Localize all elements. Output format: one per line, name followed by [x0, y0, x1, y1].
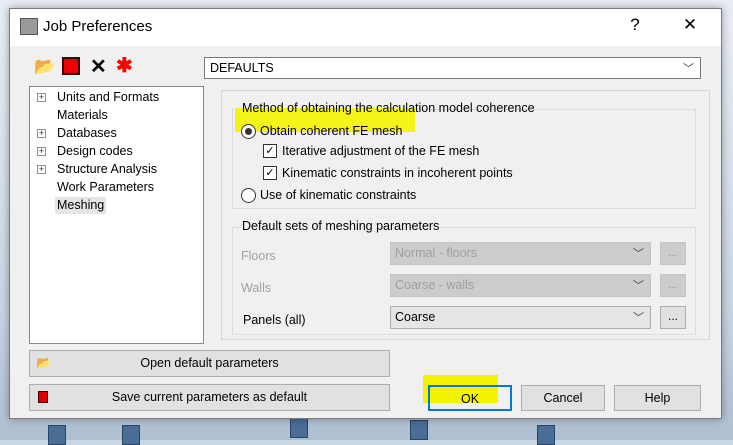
window-title: Job Preferences [43, 18, 153, 35]
kinematic-constraints-checkbox[interactable]: ✓ [263, 166, 277, 180]
save-default-label: Save current parameters as default [111, 390, 308, 404]
job-preferences-dialog: Job Preferences ? ✕ 📂 ✕ ✱ DEFAULTS ﹀ + Un… [9, 8, 722, 419]
walls-label: Walls [241, 281, 272, 295]
open-default-parameters-button[interactable]: 📂 Open default parameters [29, 350, 390, 377]
chevron-down-icon: ﹀ [633, 248, 644, 260]
cancel-button[interactable]: Cancel [521, 385, 605, 411]
app-icon [20, 18, 38, 35]
obtain-coherent-mesh-radio[interactable] [241, 124, 256, 139]
save-default-parameters-button[interactable]: Save current parameters as default [29, 384, 390, 411]
model-column [290, 418, 308, 438]
walls-dropdown[interactable]: Coarse - walls ﹀ [390, 274, 651, 297]
save-icon[interactable] [62, 57, 80, 75]
tree-item-structure-analysis[interactable]: Structure Analysis [55, 161, 159, 178]
expand-icon[interactable]: + [37, 165, 46, 174]
use-kinematic-constraints-radio[interactable] [241, 188, 256, 203]
tree-item-meshing[interactable]: Meshing [55, 197, 107, 214]
floors-dropdown[interactable]: Normal - floors ﹀ [390, 242, 651, 265]
floors-more-button[interactable]: ... [660, 242, 686, 265]
profile-value: DEFAULTS [210, 61, 274, 75]
method-legend: Method of obtaining the calculation mode… [242, 101, 535, 115]
help-title-button[interactable]: ? [620, 15, 650, 35]
model-column [48, 425, 66, 445]
model-column [537, 425, 555, 445]
chevron-down-icon: ﹀ [633, 312, 644, 324]
model-column [410, 420, 428, 440]
chevron-down-icon: ﹀ [683, 63, 694, 75]
tree-item-materials[interactable]: Materials [55, 107, 110, 124]
floors-value: Normal - floors [395, 246, 477, 260]
panels-label: Panels (all) [243, 313, 306, 327]
delete-icon[interactable]: ✕ [90, 54, 107, 79]
walls-more-button[interactable]: ... [660, 274, 686, 297]
model-column [122, 425, 140, 445]
preferences-tree: + Units and Formats Materials + Database… [29, 86, 204, 344]
panels-more-button[interactable]: ... [660, 306, 686, 329]
panels-value: Coarse [395, 310, 436, 324]
help-button[interactable]: Help [614, 385, 701, 411]
iterative-adjustment-label[interactable]: Iterative adjustment of the FE mesh [282, 144, 479, 158]
open-default-icon: 📂 [36, 356, 52, 370]
walls-value: Coarse - walls [395, 278, 475, 292]
tree-item-databases[interactable]: Databases [55, 125, 119, 142]
profile-dropdown[interactable]: DEFAULTS ﹀ [204, 57, 701, 79]
defaults-group: Default sets of meshing parameters Floor… [232, 219, 696, 335]
ok-button[interactable]: OK [428, 385, 512, 411]
panels-dropdown[interactable]: Coarse ﹀ [390, 306, 651, 329]
iterative-adjustment-checkbox[interactable]: ✓ [263, 144, 277, 158]
tree-item-units-and-formats[interactable]: Units and Formats [55, 89, 161, 106]
floors-label: Floors [241, 249, 276, 263]
open-folder-icon[interactable]: 📂 [34, 57, 55, 77]
tree-item-work-parameters[interactable]: Work Parameters [55, 179, 156, 196]
open-default-label: Open default parameters [140, 356, 279, 370]
use-kinematic-constraints-label[interactable]: Use of kinematic constraints [260, 188, 416, 202]
save-default-icon [38, 391, 48, 403]
kinematic-constraints-label[interactable]: Kinematic constraints in incoherent poin… [282, 166, 513, 180]
obtain-coherent-mesh-label[interactable]: Obtain coherent FE mesh [260, 124, 402, 138]
chevron-down-icon: ﹀ [633, 280, 644, 292]
expand-icon[interactable]: + [37, 93, 46, 102]
close-button[interactable]: ✕ [675, 15, 705, 35]
meshing-panel: Method of obtaining the calculation mode… [221, 90, 710, 340]
method-group: Method of obtaining the calculation mode… [232, 101, 696, 209]
tree-item-design-codes[interactable]: Design codes [55, 143, 135, 160]
expand-icon[interactable]: + [37, 147, 46, 156]
reset-icon[interactable]: ✱ [116, 53, 133, 78]
expand-icon[interactable]: + [37, 129, 46, 138]
defaults-legend: Default sets of meshing parameters [241, 219, 441, 233]
title-bar: Job Preferences ? ✕ [10, 9, 721, 46]
